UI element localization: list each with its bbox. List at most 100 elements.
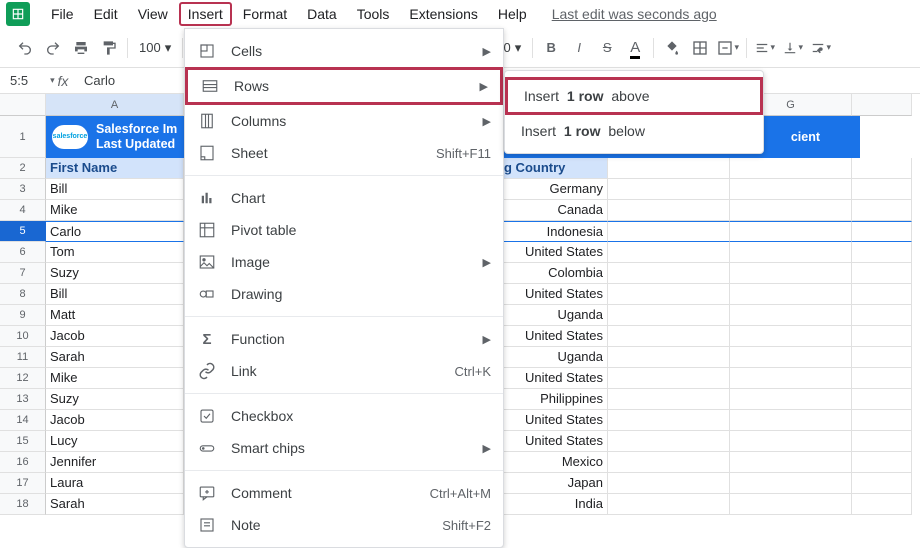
fill-color-button[interactable]	[659, 35, 685, 61]
menu-view[interactable]: View	[129, 2, 177, 26]
insert-menu-rows[interactable]: Rows▶	[185, 67, 503, 105]
cell[interactable]	[852, 368, 912, 389]
row-header-18[interactable]: 18	[0, 494, 46, 515]
horizontal-align-button[interactable]: ▾	[752, 35, 778, 61]
cell[interactable]	[608, 242, 730, 263]
cell[interactable]	[852, 494, 912, 515]
cell-country[interactable]: United States	[500, 431, 608, 452]
insert-row-above[interactable]: Insert 1 row above	[505, 77, 763, 115]
menu-extensions[interactable]: Extensions	[400, 2, 486, 26]
cell-first-name[interactable]: Sarah	[46, 494, 184, 515]
cell-first-name[interactable]: Mike	[46, 200, 184, 221]
cell[interactable]	[730, 221, 852, 242]
borders-button[interactable]	[687, 35, 713, 61]
cell[interactable]	[852, 158, 912, 179]
insert-menu-cells[interactable]: Cells▶	[185, 35, 503, 67]
cell[interactable]	[852, 221, 912, 242]
cell-country[interactable]: United States	[500, 368, 608, 389]
cell[interactable]	[730, 494, 852, 515]
select-all-cell[interactable]	[0, 94, 46, 116]
cell-country[interactable]: United States	[500, 242, 608, 263]
text-wrap-button[interactable]: ▾	[808, 35, 834, 61]
row-header-5[interactable]: 5	[0, 221, 46, 242]
menu-help[interactable]: Help	[489, 2, 536, 26]
cell[interactable]	[730, 431, 852, 452]
cell[interactable]	[730, 179, 852, 200]
insert-menu-checkbox[interactable]: Checkbox	[185, 400, 503, 432]
cell-first-name[interactable]: Matt	[46, 305, 184, 326]
header-first-name[interactable]: First Name	[46, 158, 184, 179]
cell[interactable]	[608, 389, 730, 410]
cell-country[interactable]: Uganda	[500, 305, 608, 326]
cell[interactable]	[730, 242, 852, 263]
menu-tools[interactable]: Tools	[348, 2, 399, 26]
insert-menu-function[interactable]: ΣFunction▶	[185, 323, 503, 355]
row-header-7[interactable]: 7	[0, 263, 46, 284]
cell[interactable]	[730, 410, 852, 431]
row-header-16[interactable]: 16	[0, 452, 46, 473]
cell[interactable]	[730, 473, 852, 494]
menu-file[interactable]: File	[42, 2, 83, 26]
row-header-10[interactable]: 10	[0, 326, 46, 347]
cell-first-name[interactable]: Carlo	[46, 221, 184, 242]
cell-first-name[interactable]: Jacob	[46, 326, 184, 347]
insert-menu-note[interactable]: NoteShift+F2	[185, 509, 503, 541]
cell[interactable]	[608, 368, 730, 389]
insert-menu-sheet[interactable]: SheetShift+F11	[185, 137, 503, 169]
row-header-11[interactable]: 11	[0, 347, 46, 368]
cell-country[interactable]: United States	[500, 410, 608, 431]
cell[interactable]	[730, 452, 852, 473]
menu-data[interactable]: Data	[298, 2, 346, 26]
row-header-3[interactable]: 3	[0, 179, 46, 200]
cell[interactable]	[730, 368, 852, 389]
cell-country[interactable]: Uganda	[500, 347, 608, 368]
row-header-9[interactable]: 9	[0, 305, 46, 326]
insert-menu-columns[interactable]: Columns▶	[185, 105, 503, 137]
header-country[interactable]: g Country	[500, 158, 608, 179]
menu-format[interactable]: Format	[234, 2, 296, 26]
cell-country[interactable]: United States	[500, 326, 608, 347]
cell[interactable]	[608, 179, 730, 200]
cell-country[interactable]: Indonesia	[500, 221, 608, 242]
cell-first-name[interactable]: Suzy	[46, 389, 184, 410]
row-header-1[interactable]: 1	[0, 116, 46, 158]
paint-format-button[interactable]	[96, 35, 122, 61]
insert-menu-comment[interactable]: CommentCtrl+Alt+M	[185, 477, 503, 509]
cell-first-name[interactable]: Suzy	[46, 263, 184, 284]
menu-edit[interactable]: Edit	[85, 2, 127, 26]
cell-first-name[interactable]: Laura	[46, 473, 184, 494]
column-header[interactable]	[852, 94, 912, 116]
cell[interactable]	[608, 347, 730, 368]
cell[interactable]	[608, 452, 730, 473]
redo-button[interactable]	[40, 35, 66, 61]
cell[interactable]	[852, 200, 912, 221]
cell[interactable]	[730, 158, 852, 179]
merge-cells-button[interactable]: ▾	[715, 35, 741, 61]
row-header-8[interactable]: 8	[0, 284, 46, 305]
cell-country[interactable]: Canada	[500, 200, 608, 221]
row-header-12[interactable]: 12	[0, 368, 46, 389]
cell-country[interactable]: Philippines	[500, 389, 608, 410]
text-color-button[interactable]: A	[622, 35, 648, 61]
cell[interactable]	[608, 410, 730, 431]
cell-country[interactable]: United States	[500, 284, 608, 305]
cell-first-name[interactable]: Mike	[46, 368, 184, 389]
cell-country[interactable]: India	[500, 494, 608, 515]
cell-first-name[interactable]: Jacob	[46, 410, 184, 431]
insert-menu-smart-chips[interactable]: Smart chips▶	[185, 432, 503, 464]
cell[interactable]	[608, 305, 730, 326]
cell[interactable]	[730, 284, 852, 305]
insert-row-below[interactable]: Insert 1 row below	[505, 115, 763, 147]
cell[interactable]	[852, 473, 912, 494]
cell[interactable]	[730, 389, 852, 410]
cell[interactable]	[608, 494, 730, 515]
cell-first-name[interactable]: Tom	[46, 242, 184, 263]
undo-button[interactable]	[12, 35, 38, 61]
cell[interactable]	[608, 200, 730, 221]
cell[interactable]	[730, 200, 852, 221]
cell[interactable]	[608, 473, 730, 494]
row-header-13[interactable]: 13	[0, 389, 46, 410]
cell[interactable]	[852, 347, 912, 368]
insert-menu-link[interactable]: LinkCtrl+K	[185, 355, 503, 387]
cell[interactable]	[608, 326, 730, 347]
